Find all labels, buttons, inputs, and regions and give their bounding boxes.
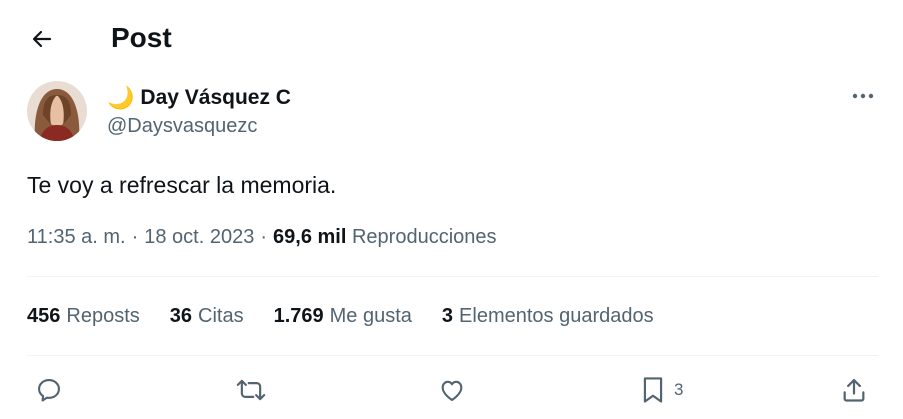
stat-count: 3 <box>441 305 454 327</box>
page-title: Post <box>111 22 172 53</box>
stat-label: Citas <box>198 305 244 327</box>
author-handle[interactable]: @Daysvasquezc <box>107 115 257 138</box>
repost-button[interactable] <box>235 372 267 408</box>
arrow-left-icon <box>30 27 54 51</box>
stat-label: Elementos guardados <box>459 305 654 327</box>
more-options-button[interactable] <box>846 82 880 110</box>
heart-icon <box>438 376 466 404</box>
tweet-meta: 11:35 a. m. · 18 oct. 2023 · 69,6 mil Re… <box>27 226 497 249</box>
divider <box>27 276 878 277</box>
stat-count: 456 <box>27 305 61 327</box>
author-display-name: Day Vásquez C <box>140 86 291 109</box>
meta-separator: · <box>131 226 139 248</box>
stat-count: 36 <box>169 305 192 327</box>
share-icon <box>840 376 868 404</box>
like-button[interactable] <box>438 372 466 408</box>
reply-button[interactable] <box>35 372 63 408</box>
header: Post <box>0 0 903 76</box>
share-button[interactable] <box>840 372 868 408</box>
stat-reposts[interactable]: 456 Reposts <box>27 305 140 328</box>
bookmark-count: 3 <box>674 380 684 399</box>
views-label: Reproducciones <box>351 226 497 248</box>
views-link[interactable]: 69,6 mil Reproducciones <box>273 226 496 249</box>
stat-label: Me gusta <box>329 305 412 327</box>
tweet-text: Te voy a refrescar la memoria. <box>27 172 337 198</box>
comment-icon <box>35 376 63 404</box>
avatar[interactable] <box>27 81 87 141</box>
stat-label: Reposts <box>66 305 140 327</box>
stat-bookmarks[interactable]: 3 Elementos guardados <box>442 305 654 328</box>
stat-count: 1.769 <box>273 305 324 327</box>
back-button[interactable] <box>24 21 60 57</box>
meta-separator: · <box>260 226 268 248</box>
author-name-row[interactable]: 🌙 Day Vásquez C <box>107 84 291 112</box>
tweet-time[interactable]: 11:35 a. m. <box>27 226 126 249</box>
moon-emoji: 🌙 <box>107 85 135 110</box>
stat-likes[interactable]: 1.769 Me gusta <box>274 305 412 328</box>
divider <box>27 355 878 356</box>
bookmark-button[interactable]: 3 <box>640 372 683 408</box>
bookmark-icon <box>640 375 666 405</box>
engagement-stats: 456 Reposts 36 Citas 1.769 Me gusta 3 Elemen… <box>27 305 654 328</box>
more-horizontal-icon <box>851 92 875 100</box>
tweet-date[interactable]: 18 oct. 2023 <box>144 226 254 249</box>
views-count: 69,6 mil <box>273 226 347 248</box>
stat-quotes[interactable]: 36 Citas <box>170 305 244 328</box>
repost-icon <box>235 376 267 404</box>
